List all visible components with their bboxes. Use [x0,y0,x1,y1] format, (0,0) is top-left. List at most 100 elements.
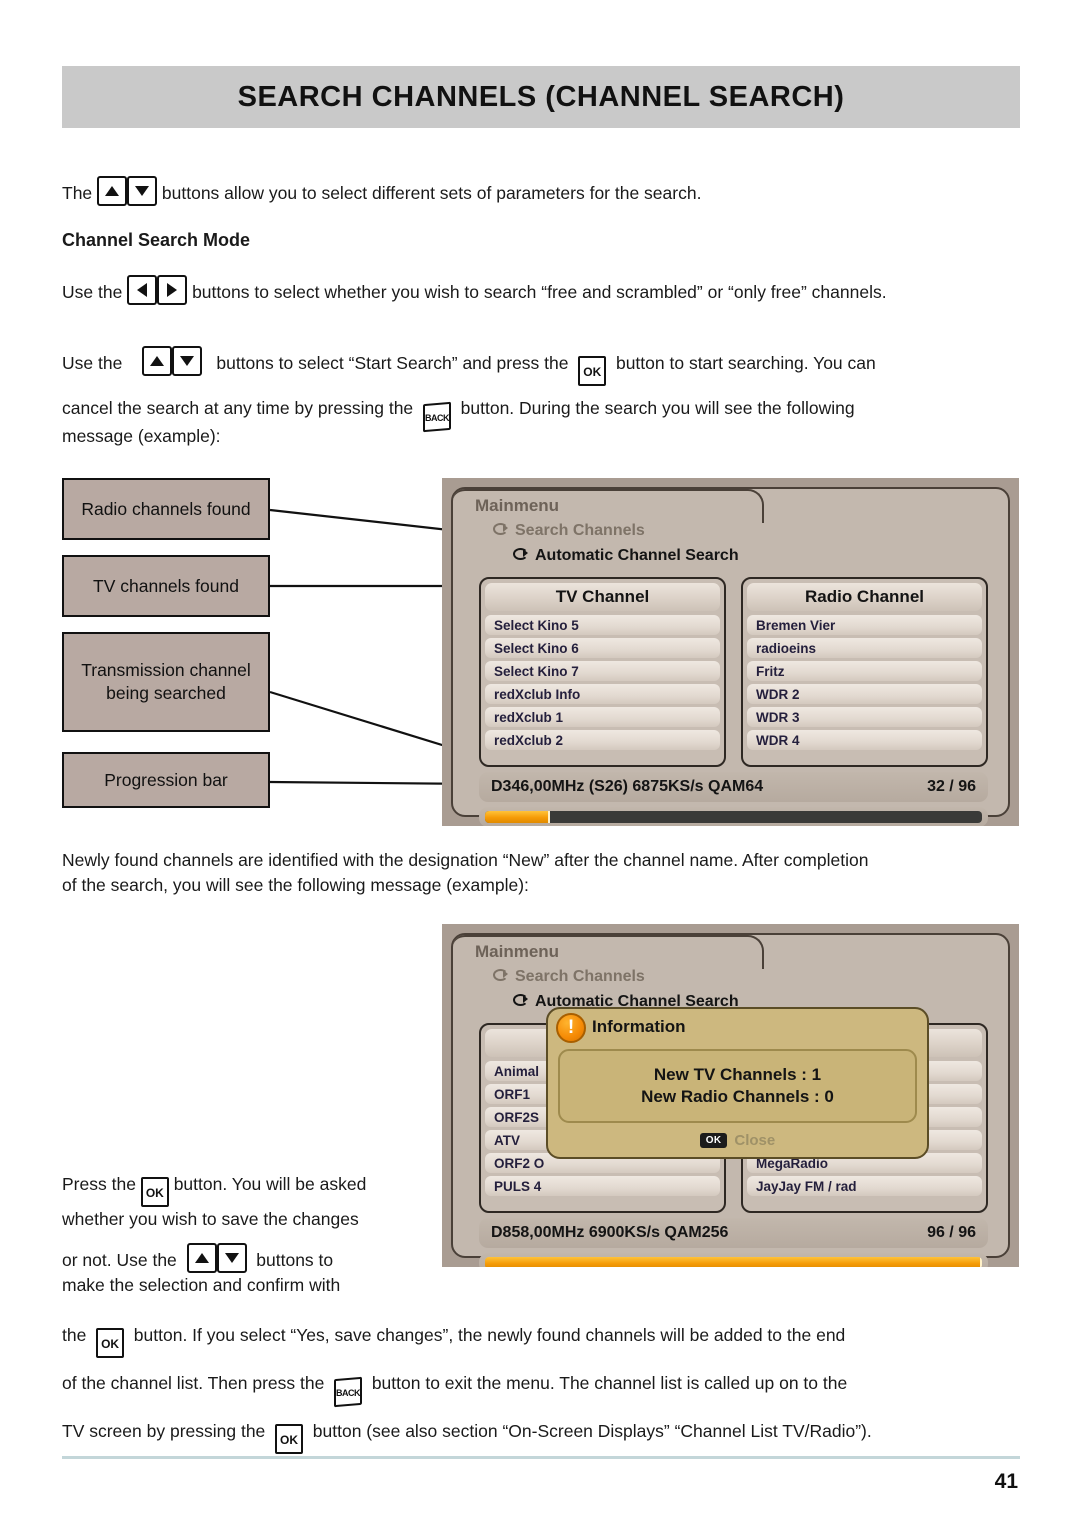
new-radio-channels-line: New Radio Channels : 0 [641,1087,834,1106]
callout-progression-bar: Progression bar [62,752,270,808]
callout-tv-channels-found: TV channels found [62,555,270,617]
list-item[interactable]: Select Kino 6 [485,638,720,658]
information-dialog[interactable]: ! Information New TV Channels : 1 New Ra… [546,1007,929,1159]
start-p5: button. During the search you will see t… [460,398,855,418]
down-key-icon-3 [216,1243,247,1273]
transponder-status-bar-1: D346,00MHz (S26) 6875KS/s QAM64 32 / 96 [479,772,988,802]
final-p2: button. If you select “Yes, save changes… [133,1325,846,1345]
progress-fill-1 [485,811,550,823]
screenshot-channel-search-complete: Mainmenu Search Channels Automatic Chann… [442,924,1019,1267]
breadcrumb-automatic-channel-search-1: Automatic Channel Search [513,547,739,565]
down-key-icon-2 [171,346,202,376]
list-item[interactable]: redXclub 2 [485,730,720,750]
new-line-1: Newly found channels are identified with… [62,850,869,870]
start-p4: cancel the search at any time by pressin… [62,398,414,418]
ok-key-icon-4: OK [275,1424,304,1454]
list-item[interactable]: WDR 4 [747,730,982,750]
loop-arrow-icon-1b [513,548,528,560]
dialog-footer[interactable]: OK Close [548,1132,927,1149]
paragraph-start-search: Use the buttons to select “Start Search”… [62,346,1020,386]
transponder-status-bar-2: D858,00MHz 6900KS/s QAM256 96 / 96 [479,1218,988,1248]
loop-arrow-icon-2b [513,994,528,1006]
intro-after: buttons allow you to select different se… [161,183,702,203]
progression-bar-1 [479,807,988,826]
radio-channel-list-1[interactable]: Radio Channel Bremen Vier radioeins Frit… [741,577,988,767]
press-p4: or not. Use the [62,1250,177,1270]
final-p4: button to exit the menu. The channel lis… [371,1373,848,1393]
start-p3: button to start searching. You can [615,353,876,373]
intro-before: The [62,183,93,203]
back-key-icon-2: BACK [334,1376,363,1408]
paragraph-make-selection: or not. Use the buttons to make the sele… [62,1243,420,1298]
paragraph-save-changes: the OK button. If you select “Yes, save … [62,1323,1020,1358]
left-key-icon [127,275,158,305]
list-item[interactable]: PULS 4 [485,1176,720,1196]
page-title-band: SEARCH CHANNELS (CHANNEL SEARCH) [62,66,1020,128]
callout-3-line1: Progression bar [104,769,228,790]
callout-0-line2: channels found [131,498,251,519]
list-item[interactable]: WDR 3 [747,707,982,727]
dialog-close-label[interactable]: Close [734,1132,775,1149]
up-key-icon-2 [141,346,172,376]
list-item[interactable]: WDR 2 [747,684,982,704]
warning-exclamation-icon: ! [556,1013,586,1043]
paragraph-new-designation: Newly found channels are identified with… [62,848,1020,898]
final-p5: TV screen by pressing the [62,1421,266,1441]
down-key-icon [127,176,158,206]
start-p1: Use the [62,353,123,373]
page-number: 41 [994,1470,1018,1493]
list-item[interactable]: Bremen Vier [747,615,982,635]
callout-2-line3: being searched [106,683,226,703]
paragraph-exit-menu: of the channel list. Then press the BACK… [62,1371,1020,1408]
lr-after: buttons to select whether you wish to se… [192,282,887,302]
progress-track-1 [485,811,982,823]
manual-page: SEARCH CHANNELS (CHANNEL SEARCH) The but… [0,0,1080,1524]
callout-2-line2: channel [189,660,251,680]
section-heading: Channel Search Mode [62,230,251,250]
paragraph-press-ok: Press the OK button. You will be asked w… [62,1172,420,1232]
paragraph-message-example: message (example): [62,426,221,446]
loop-arrow-icon-2 [493,969,508,981]
tv-channel-list-header-1: TV Channel [485,583,720,611]
dialog-body: New TV Channels : 1 New Radio Channels :… [558,1049,917,1123]
radio-channel-list-header-1: Radio Channel [747,583,982,611]
osd-panel-1: Mainmenu Search Channels Automatic Chann… [451,487,1010,826]
breadcrumb-search-channels-1: Search Channels [493,522,645,540]
dialog-title: Information [592,1017,686,1036]
list-item[interactable]: Select Kino 7 [485,661,720,681]
callout-1-line1: TV channels [93,575,191,596]
list-item[interactable]: Select Kino 5 [485,615,720,635]
loop-arrow-icon-1 [493,523,508,535]
footer-rule [62,1456,1020,1459]
list-item[interactable]: redXclub 1 [485,707,720,727]
ok-key-icon-3: OK [96,1328,125,1358]
list-item[interactable]: radioeins [747,638,982,658]
lr-before: Use the [62,282,123,302]
list-item[interactable]: Fritz [747,661,982,681]
final-p1: the [62,1325,87,1345]
press-p6: make the selection and confirm with [62,1275,341,1295]
transponder-info-1: D346,00MHz (S26) 6875KS/s QAM64 [491,778,764,795]
list-item[interactable]: JayJay FM / rad [747,1176,982,1196]
screenshot-channel-search-progress: Mainmenu Search Channels Automatic Chann… [442,478,1019,826]
list-item[interactable]: redXclub Info [485,684,720,704]
callout-0-line1: Radio [81,498,128,519]
breadcrumb-mainmenu-2: Mainmenu [475,942,560,961]
intro-paragraph: The buttons allow you to select differen… [62,176,1020,206]
ok-key-icon: OK [578,356,607,386]
press-p3: whether you wish to save the changes [62,1209,359,1229]
callout-transmission-channel: Transmission channel being searched [62,632,270,732]
new-tv-channels-line: New TV Channels : 1 [653,1065,822,1084]
new-line-2: of the search, you will see the followin… [62,875,529,895]
progress-track-2 [485,1257,982,1267]
breadcrumb-mainmenu-1: Mainmenu [475,496,560,515]
osd-panel-2: Mainmenu Search Channels Automatic Chann… [451,933,1010,1267]
final-p6: button (see also section “On-Screen Disp… [312,1421,872,1441]
tv-channel-list-1[interactable]: TV Channel Select Kino 5 Select Kino 6 S… [479,577,726,767]
breadcrumb-search-channels-2: Search Channels [493,968,645,986]
final-p3: of the channel list. Then press the [62,1373,325,1393]
channel-counter-1: 32 / 96 [927,778,976,795]
start-p2: buttons to select “Start Search” and pre… [216,353,569,373]
press-p5: buttons to [256,1250,334,1270]
progress-fill-2 [485,1257,982,1267]
